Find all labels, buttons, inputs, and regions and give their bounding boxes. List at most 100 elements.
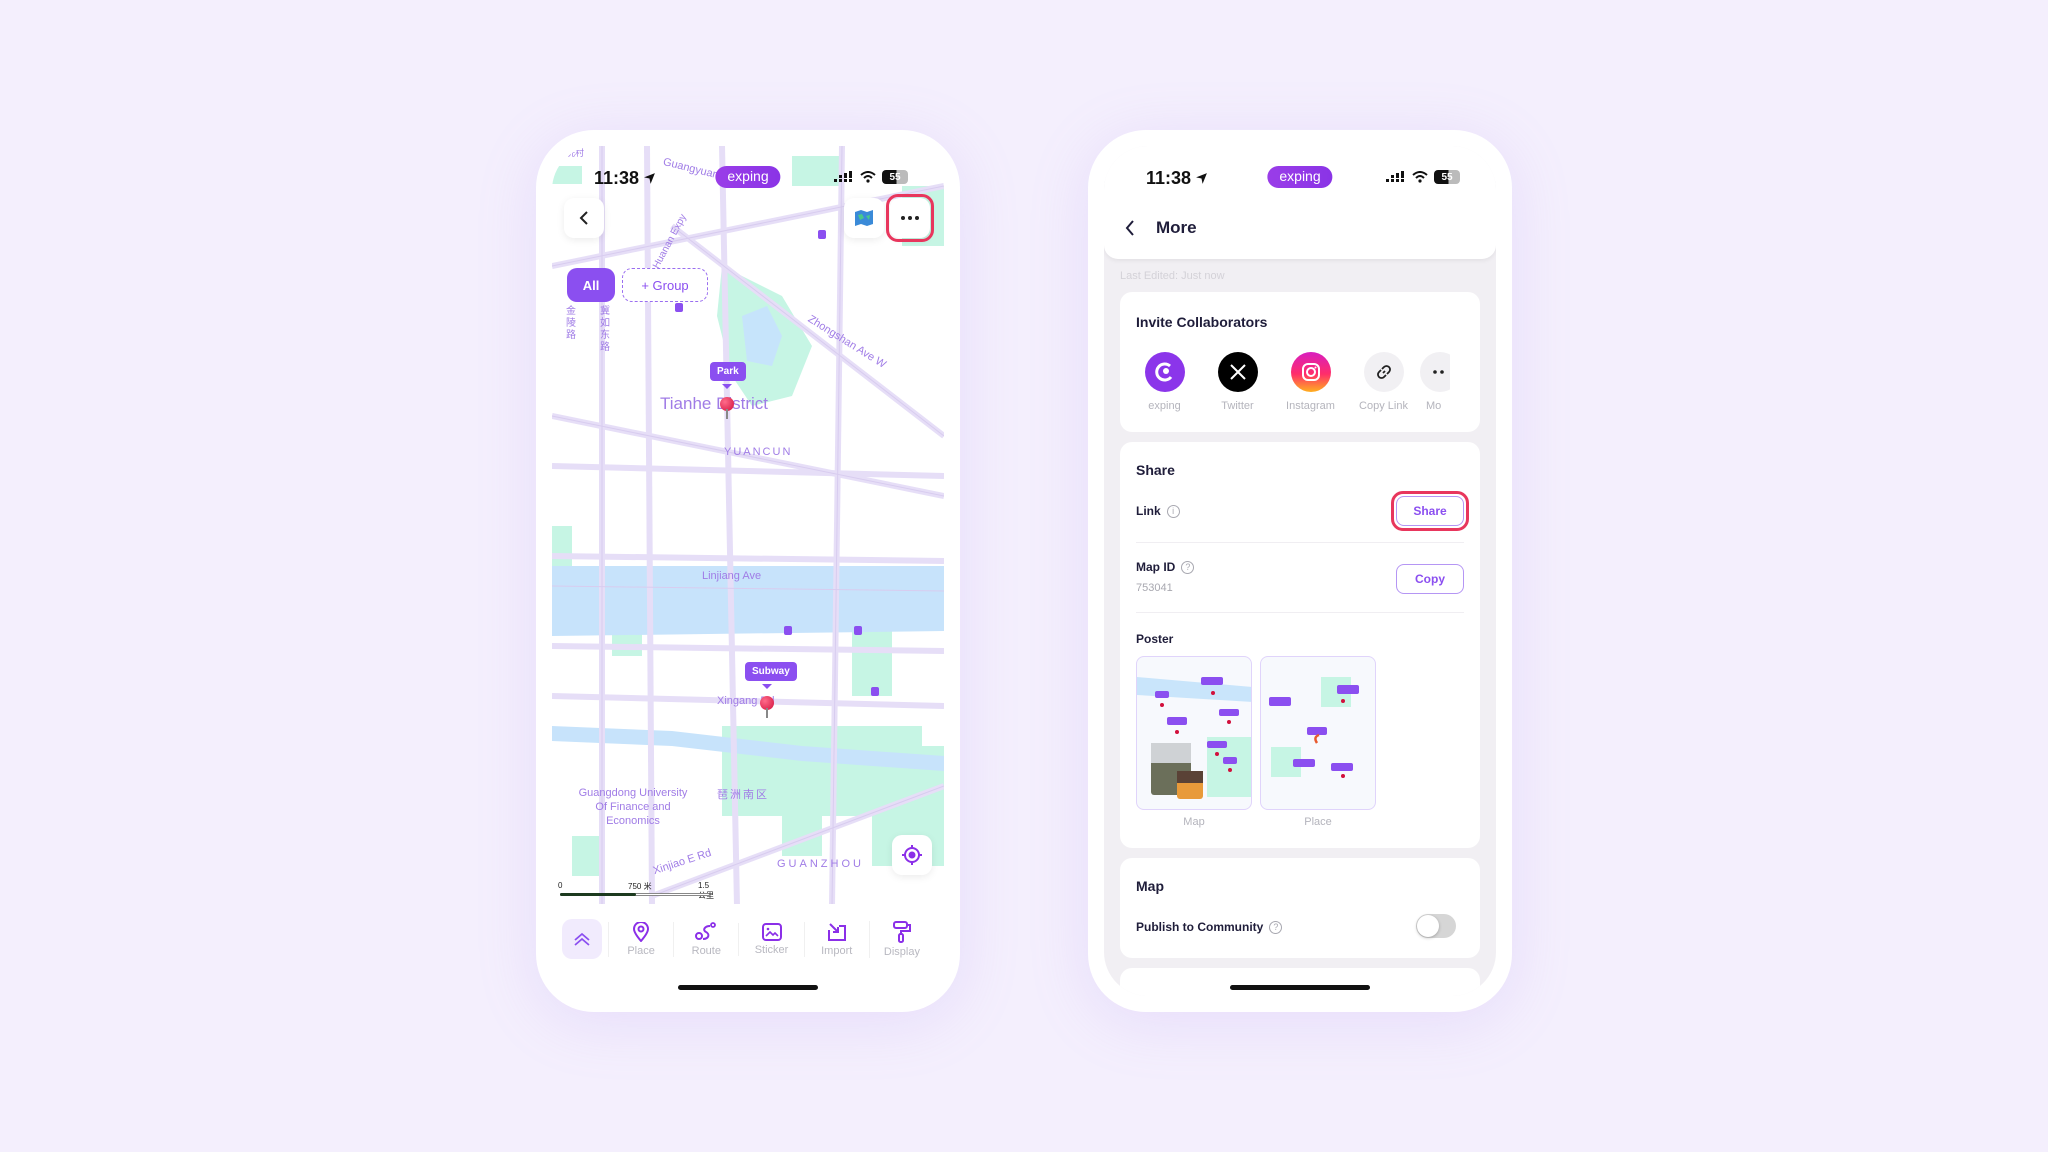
double-chevron-up-icon xyxy=(574,932,590,946)
pin-park-pointer xyxy=(722,384,732,389)
tool-display[interactable]: Display xyxy=(868,920,934,958)
add-group-chip[interactable]: + Group xyxy=(622,268,708,302)
next-card xyxy=(1120,968,1480,996)
help-icon[interactable]: ? xyxy=(1269,920,1283,934)
invite-options: exping Twitter Instagram Copy Link Mo xyxy=(1128,352,1480,412)
battery-indicator: 55 xyxy=(1434,170,1460,184)
invite-collaborators-card: Invite Collaborators exping Twitter Inst… xyxy=(1120,292,1480,432)
brand-pill: exping xyxy=(715,166,781,188)
tool-import-label: Import xyxy=(821,944,853,957)
poster-place-thumbnail[interactable] xyxy=(1260,656,1376,810)
image-icon xyxy=(761,922,782,941)
divider xyxy=(1136,542,1464,543)
home-indicator xyxy=(678,985,818,990)
brand-pill: exping xyxy=(1267,166,1333,188)
back-button[interactable] xyxy=(564,198,604,238)
invite-more[interactable]: Mo xyxy=(1420,352,1450,412)
nav-bar: More xyxy=(1124,218,1197,238)
tool-route-label: Route xyxy=(691,944,721,957)
invite-copy-link-label: Copy Link xyxy=(1359,400,1408,412)
scale-bar: 0 750 米 1.5 公里 xyxy=(558,881,718,901)
status-right: 55 xyxy=(834,170,908,184)
map-id-row-label: Map ID ? xyxy=(1136,560,1195,574)
status-right: 55 xyxy=(1386,170,1460,184)
map-label-yuancun: YUANCUN xyxy=(724,446,793,458)
filter-all-chip[interactable]: All xyxy=(567,268,615,302)
chevron-left-icon[interactable] xyxy=(1124,219,1136,237)
tool-route[interactable]: Route xyxy=(673,921,738,957)
map-id-label: Map ID xyxy=(1136,560,1176,574)
scale-zero: 0 xyxy=(558,881,563,890)
map-label-university: Guangdong University Of Finance and Econ… xyxy=(578,787,688,827)
map-label-pazhou: 琶洲南区 xyxy=(717,789,769,801)
pin-icon xyxy=(633,921,650,942)
poster-label: Poster xyxy=(1136,632,1174,646)
chevron-left-icon xyxy=(579,211,588,225)
divider xyxy=(1136,612,1464,613)
tool-sticker-label: Sticker xyxy=(754,943,789,956)
link-icon xyxy=(1363,352,1404,392)
invite-copy-link[interactable]: Copy Link xyxy=(1347,352,1420,412)
more-view: 11:38 exping 55 More Last Edited: Just n… xyxy=(1104,146,1496,996)
tool-import[interactable]: Import xyxy=(803,921,869,957)
pin-subway-pointer xyxy=(762,684,772,689)
map-view[interactable]: 冼村 Guangyuan Expy Huanan Expy Zhongshan … xyxy=(552,146,944,996)
publish-label: Publish to Community xyxy=(1136,920,1264,934)
scale-end: 1.5 公里 xyxy=(698,881,714,900)
route-icon xyxy=(695,921,717,940)
poster-map-preview xyxy=(1137,677,1251,799)
invite-instagram-label: Instagram xyxy=(1286,400,1335,412)
scale-fill xyxy=(560,893,636,896)
invite-exping[interactable]: exping xyxy=(1128,352,1201,412)
publish-row-label: Publish to Community ? xyxy=(1136,920,1283,934)
pin-subway-stick xyxy=(766,708,768,718)
import-icon xyxy=(827,922,846,941)
poster-map-label: Map xyxy=(1183,816,1205,828)
help-icon[interactable]: ? xyxy=(1181,560,1195,574)
exping-logo-icon xyxy=(1144,352,1185,392)
more-button-highlight xyxy=(886,194,934,242)
share-card: Share Link i Share Map ID ? 753041 Copy … xyxy=(1120,442,1480,848)
invite-instagram[interactable]: Instagram xyxy=(1274,352,1347,412)
signal-icon xyxy=(1386,171,1404,182)
map-style-button[interactable] xyxy=(844,198,884,238)
poster-place-preview xyxy=(1269,677,1359,778)
map-section-title: Map xyxy=(1136,878,1164,894)
link-label: Link xyxy=(1136,504,1161,518)
pin-park-label[interactable]: Park xyxy=(710,362,746,381)
share-title: Share xyxy=(1136,462,1175,478)
location-arrow-icon xyxy=(1196,173,1207,184)
info-icon[interactable]: i xyxy=(1166,504,1180,518)
home-indicator xyxy=(1230,985,1370,990)
copy-map-id-button[interactable]: Copy xyxy=(1396,564,1464,594)
locate-me-button[interactable] xyxy=(892,835,932,875)
invite-exping-label: exping xyxy=(1148,400,1181,412)
phone-map-screen: 冼村 Guangyuan Expy Huanan Expy Zhongshan … xyxy=(536,130,960,1012)
time-text: 11:38 xyxy=(1146,168,1192,188)
status-bar: 11:38 exping 55 xyxy=(1104,166,1496,190)
tool-place-label: Place xyxy=(627,944,655,957)
tool-place[interactable]: Place xyxy=(608,921,673,957)
invite-twitter-label: Twitter xyxy=(1221,400,1254,412)
expand-toolbar-button[interactable] xyxy=(562,919,602,959)
location-arrow-icon xyxy=(644,173,655,184)
last-edited-text: Last Edited: Just now xyxy=(1120,270,1225,282)
instagram-logo-icon xyxy=(1290,352,1331,392)
tool-sticker[interactable]: Sticker xyxy=(738,922,803,956)
poster-map-thumbnail[interactable] xyxy=(1136,656,1252,810)
page-title: More xyxy=(1156,218,1197,237)
invite-title: Invite Collaborators xyxy=(1136,314,1268,330)
more-header: 11:38 exping 55 More xyxy=(1104,146,1496,259)
poster-place-label: Place xyxy=(1304,816,1332,828)
crosshair-icon xyxy=(902,845,922,865)
invite-twitter[interactable]: Twitter xyxy=(1201,352,1274,412)
publish-toggle[interactable] xyxy=(1416,914,1456,938)
map-label-district: Tianhe District xyxy=(660,394,769,413)
share-button-highlight xyxy=(1391,491,1469,531)
status-bar: 11:38 exping 55 xyxy=(552,166,944,190)
phone-more-screen: 11:38 exping 55 More Last Edited: Just n… xyxy=(1088,130,1512,1012)
x-logo-icon xyxy=(1217,352,1258,392)
wifi-icon xyxy=(860,171,876,183)
link-row-label: Link i xyxy=(1136,504,1180,518)
pin-subway-label[interactable]: Subway xyxy=(745,662,797,681)
